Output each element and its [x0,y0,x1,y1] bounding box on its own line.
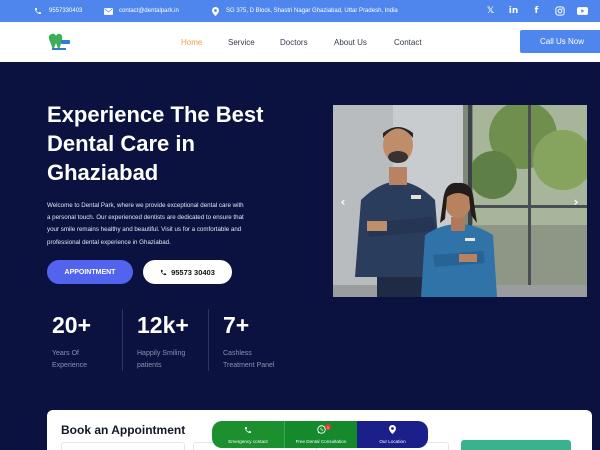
stat-patients: 12k+ Happily Smiling patients [137,308,217,372]
our-location-label: Our Location [379,439,406,444]
main-navbar: Home Service Doctors About Us Contact Ca… [0,22,600,62]
hero-desc-line3: your smile remains healthy and beautiful… [47,226,242,234]
phone-call-button[interactable]: 95573 30403 [143,260,232,284]
hero-title-line1: Experience The Best [47,102,264,127]
phone-icon [244,426,252,437]
hero-desc-line2: a personal touch. Our experienced dentis… [47,214,244,222]
stat-divider [122,309,123,371]
our-location-button[interactable]: Our Location [357,421,428,448]
call-us-now-button[interactable]: Call Us Now [520,30,600,53]
social-links: 𝕏 in f [485,0,588,22]
hero-title-line3: Ghaziabad [47,160,159,185]
notification-badge: 1 [325,424,331,430]
topbar-email-text: contact@dentalpark.in [119,8,179,14]
nav-service[interactable]: Service [228,22,255,62]
stat-label: Cashless Treatment Panel [223,348,303,372]
stat-divider [208,309,209,371]
facebook-icon[interactable]: f [531,6,542,17]
hero-title: Experience The Best Dental Care in Ghazi… [47,100,337,187]
location-pin-icon [389,425,396,437]
x-icon[interactable]: 𝕏 [485,6,496,17]
stat-cashless: 7+ Cashless Treatment Panel [223,308,303,372]
top-contact-bar: 9557330403 contact@dentalpark.in SG 375,… [0,0,600,22]
stat-label-line2: Treatment Panel [223,362,275,369]
carousel-next-arrow[interactable]: › [570,195,582,209]
instagram-icon[interactable] [554,6,565,17]
topbar-phone[interactable]: 9557330403 [33,0,82,22]
stat-label-line1: Cashless [223,350,252,357]
stat-label-line2: Experience [52,362,88,369]
youtube-icon[interactable] [577,6,588,17]
stat-label-line1: Happily Smiling [137,350,186,357]
hero-photo-carousel [333,105,587,297]
booking-submit-button[interactable] [461,440,571,450]
stat-label-line1: Years Of [52,350,79,357]
nav-home[interactable]: Home [181,22,202,62]
mail-icon [103,6,113,16]
stat-label-line2: patients [137,362,162,369]
topbar-phone-text: 9557330403 [49,8,83,14]
booking-name-field[interactable] [61,442,185,450]
hero-title-line2: Dental Care in [47,131,195,156]
stat-value: 20+ [52,312,92,338]
hero-description: Welcome to Dental Park, where we provide… [47,200,297,249]
stat-label: Years Of Experience [52,348,132,372]
emergency-contact-button[interactable]: Emergency contact [212,421,284,448]
floating-contact-bar: Emergency contact 1 Free Dental Consulta… [212,421,428,448]
free-consultation-label: Free Dental Consultation [295,439,347,444]
stat-value: 12k+ [137,312,189,338]
phone-button-label: 95573 30403 [171,267,215,277]
nav-about-us[interactable]: About Us [334,22,367,62]
topbar-address[interactable]: SG 375, D Block, Shastri Nagar Ghaziabad… [210,0,398,22]
linkedin-icon[interactable]: in [508,6,519,17]
hero-desc-line4: professional dental experience in Ghazia… [47,238,171,246]
phone-icon [160,269,167,276]
topbar-email[interactable]: contact@dentalpark.in [103,0,179,22]
topbar-address-text: SG 375, D Block, Shastri Nagar Ghaziabad… [226,8,398,14]
hero-desc-line1: Welcome to Dental Park, where we provide… [47,202,244,209]
phone-icon [33,6,43,16]
free-consultation-button[interactable]: 1 Free Dental Consultation [284,421,357,448]
dental-park-logo[interactable] [46,31,72,53]
nav-doctors[interactable]: Doctors [280,22,308,62]
stat-experience: 20+ Years Of Experience [52,308,132,372]
location-pin-icon [210,6,220,16]
stat-label: Happily Smiling patients [137,348,217,372]
carousel-prev-arrow[interactable]: ‹ [337,195,349,209]
stat-value: 7+ [223,312,250,338]
nav-contact[interactable]: Contact [394,22,422,62]
appointment-button[interactable]: APPOINTMENT [47,260,133,284]
emergency-contact-label: Emergency contact [228,438,268,444]
dentists-photo [333,105,587,297]
book-appointment-title: Book an Appointment [61,423,186,437]
